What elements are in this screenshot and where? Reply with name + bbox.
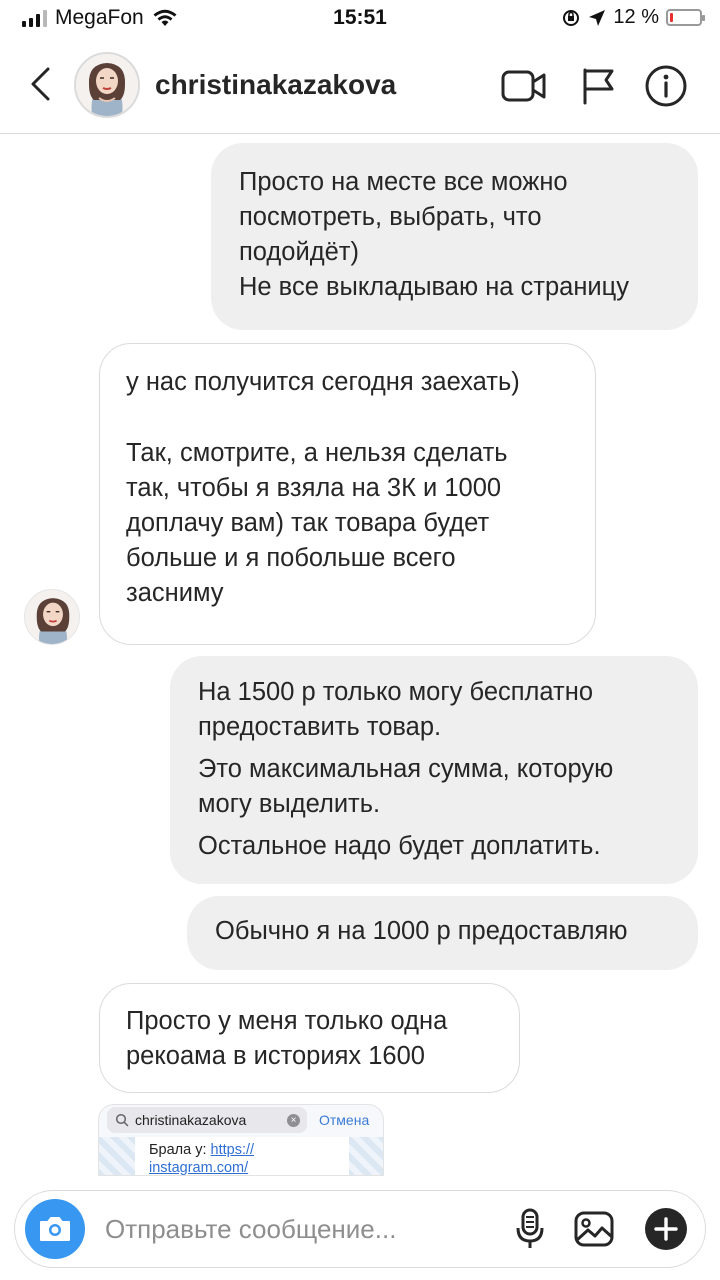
message-bubble-outgoing[interactable]: Просто на месте все можно посмотреть, вы… <box>211 143 698 330</box>
message-line: так, чтобы я взяла на 3К и 1000 <box>126 474 502 502</box>
message-bubble-outgoing[interactable]: Обычно я на 1000 р предоставляю <box>187 896 698 970</box>
message-line: Это максимальная сумма, которую <box>198 755 614 783</box>
flag-icon <box>583 68 614 105</box>
message-bubble-incoming[interactable]: у нас получится сегодня заехать) Так, см… <box>99 343 596 645</box>
screenshot-search-text: christinakazakova <box>135 1112 247 1128</box>
battery-percent: 12 % <box>613 6 659 28</box>
message-line: Просто у меня только одна <box>126 1007 448 1035</box>
message-line: рекоама в историях 1600 <box>126 1042 425 1070</box>
microphone-icon <box>516 1208 544 1248</box>
back-button[interactable] <box>20 64 60 104</box>
message-line: Остальное надо будет доплатить. <box>198 832 601 860</box>
message-line: у нас получится сегодня заехать) <box>126 368 520 396</box>
camera-button[interactable] <box>25 1199 85 1259</box>
back-chevron-icon <box>31 67 50 101</box>
profile-avatar[interactable] <box>74 52 140 118</box>
info-button[interactable] <box>642 62 690 110</box>
message-line: На 1500 р только могу бесплатно <box>198 678 594 706</box>
message-bubble-outgoing[interactable]: На 1500 р только могу бесплатно предоста… <box>170 656 698 884</box>
more-options-button[interactable] <box>643 1206 689 1252</box>
status-bar: MegaFon 15:51 12 % <box>0 0 720 38</box>
message-line: подойдёт) <box>239 238 359 266</box>
battery-icon <box>666 9 705 26</box>
message-line: Так, смотрите, а нельзя сделать <box>126 439 508 467</box>
screenshot-link: instagram.com/ <box>149 1160 249 1176</box>
screenshot-prefix: Брала у: <box>149 1142 211 1158</box>
chat-header: christinakazakova <box>0 38 720 134</box>
message-line: Не все выкладываю на страницу <box>239 273 630 301</box>
avatar-illustration <box>25 590 79 644</box>
screenshot-cancel-label: Отмена <box>319 1112 370 1128</box>
video-call-button[interactable] <box>500 62 548 110</box>
message-input[interactable] <box>105 1209 435 1249</box>
report-button[interactable] <box>574 62 622 110</box>
message-line: могу выделить. <box>198 790 381 818</box>
info-icon <box>645 65 687 107</box>
chat-username[interactable]: christinakazakova <box>155 69 396 101</box>
message-line: Обычно я на 1000 р предоставляю <box>215 917 628 945</box>
gallery-button[interactable] <box>571 1206 617 1252</box>
voice-message-button[interactable] <box>507 1206 553 1252</box>
message-line: засниму <box>126 579 224 607</box>
location-arrow-icon <box>589 9 606 26</box>
message-composer <box>14 1190 706 1268</box>
message-line: больше и я побольше всего <box>126 544 456 572</box>
screenshot-search-bar: christinakazakova <box>107 1107 307 1133</box>
search-icon <box>115 1113 129 1127</box>
message-line: Просто на месте все можно <box>239 168 568 196</box>
sender-avatar[interactable] <box>24 589 80 645</box>
status-right: 12 % <box>561 6 705 29</box>
shared-image-message[interactable]: christinakazakova × Отмена Брала у: http… <box>98 1104 384 1176</box>
message-line: посмотреть, выбрать, что <box>239 203 542 231</box>
screenshot-text: Брала у: https:// instagram.com/ <box>149 1141 255 1176</box>
clear-icon: × <box>287 1114 300 1127</box>
message-blank-line <box>126 400 569 436</box>
screenshot-link: https:// <box>210 1142 255 1158</box>
screenshot-body: Брала у: https:// instagram.com/ <box>99 1137 383 1176</box>
message-bubble-incoming[interactable]: Просто у меня только одна рекоама в исто… <box>99 983 520 1093</box>
message-line: доплачу вам) так товара будет <box>126 509 490 537</box>
message-line: предоставить товар. <box>198 713 442 741</box>
add-icon <box>645 1208 687 1250</box>
avatar-illustration <box>76 54 138 116</box>
camera-icon <box>40 1217 70 1241</box>
video-camera-icon <box>501 70 546 102</box>
orientation-lock-icon <box>563 9 580 26</box>
gallery-icon <box>574 1211 614 1247</box>
